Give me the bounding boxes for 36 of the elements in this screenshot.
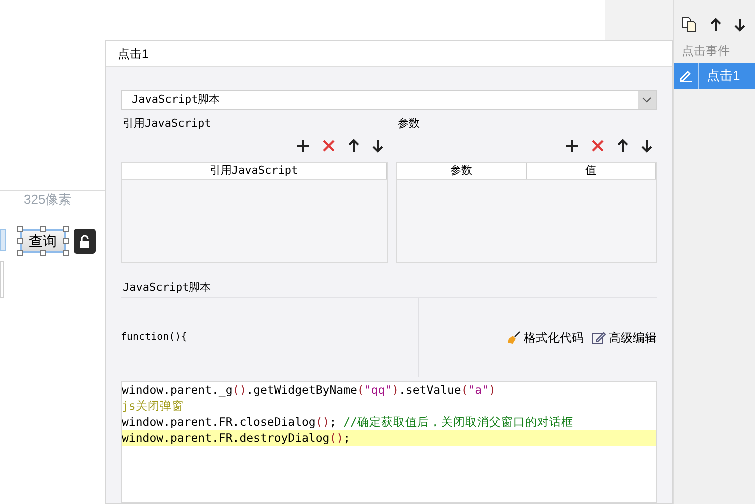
down-arrow-icon[interactable] xyxy=(641,139,653,153)
lock-icon[interactable] xyxy=(74,229,96,254)
code-line: window.parent.FR.closeDialog(); //确定获取值后，关闭取消父窗口的对话框 xyxy=(122,414,574,430)
section-label: 点击事件 xyxy=(681,43,731,60)
column-header: 参数 xyxy=(397,163,526,179)
format-code-button[interactable]: 格式化代码 xyxy=(507,328,584,346)
column-header: 引用JavaScript xyxy=(122,163,387,179)
section-label: 引用JavaScript xyxy=(122,116,212,132)
up-arrow-icon[interactable] xyxy=(617,139,629,153)
size-label: 325像素 xyxy=(24,191,72,209)
add-icon[interactable] xyxy=(565,139,579,153)
function-header: function(){ xyxy=(121,331,188,345)
code-editor[interactable]: window.parent._g().getWidgetByName("qq").setValue("a") js关闭弹窗 window.parent.FR.closeDialog(); //确定获取值后，关闭取消父窗口的对话框 window.parent.FR.destroyDialog(); xyxy=(121,381,657,503)
dialog-title: 点击1 xyxy=(118,46,149,62)
column-header: 值 xyxy=(526,163,656,179)
type-select[interactable]: JavaScript脚本 xyxy=(121,90,657,110)
down-arrow-icon[interactable] xyxy=(372,139,384,153)
section-label: 参数 xyxy=(397,116,421,132)
delete-icon[interactable] xyxy=(591,139,605,153)
down-arrow-icon[interactable] xyxy=(734,18,746,32)
add-icon[interactable] xyxy=(296,139,310,153)
copy-icon[interactable] xyxy=(682,17,698,33)
section-label: JavaScript脚本 xyxy=(122,281,212,294)
code-line: window.parent._g().getWidgetByName("qq").setValue("a") xyxy=(122,382,497,398)
code-line: js关闭弹窗 xyxy=(122,398,185,414)
edit-icon xyxy=(592,330,606,344)
delete-icon[interactable] xyxy=(322,139,336,153)
broom-icon xyxy=(507,330,521,344)
advanced-edit-button[interactable]: 高级编辑 xyxy=(592,328,657,346)
up-arrow-icon[interactable] xyxy=(710,18,722,32)
chevron-down-icon xyxy=(638,91,656,109)
up-arrow-icon[interactable] xyxy=(348,139,360,153)
query-button[interactable]: 查询 xyxy=(20,229,66,253)
pencil-icon xyxy=(679,69,693,83)
resize-handle[interactable] xyxy=(40,226,46,232)
resize-handle[interactable] xyxy=(40,250,46,256)
